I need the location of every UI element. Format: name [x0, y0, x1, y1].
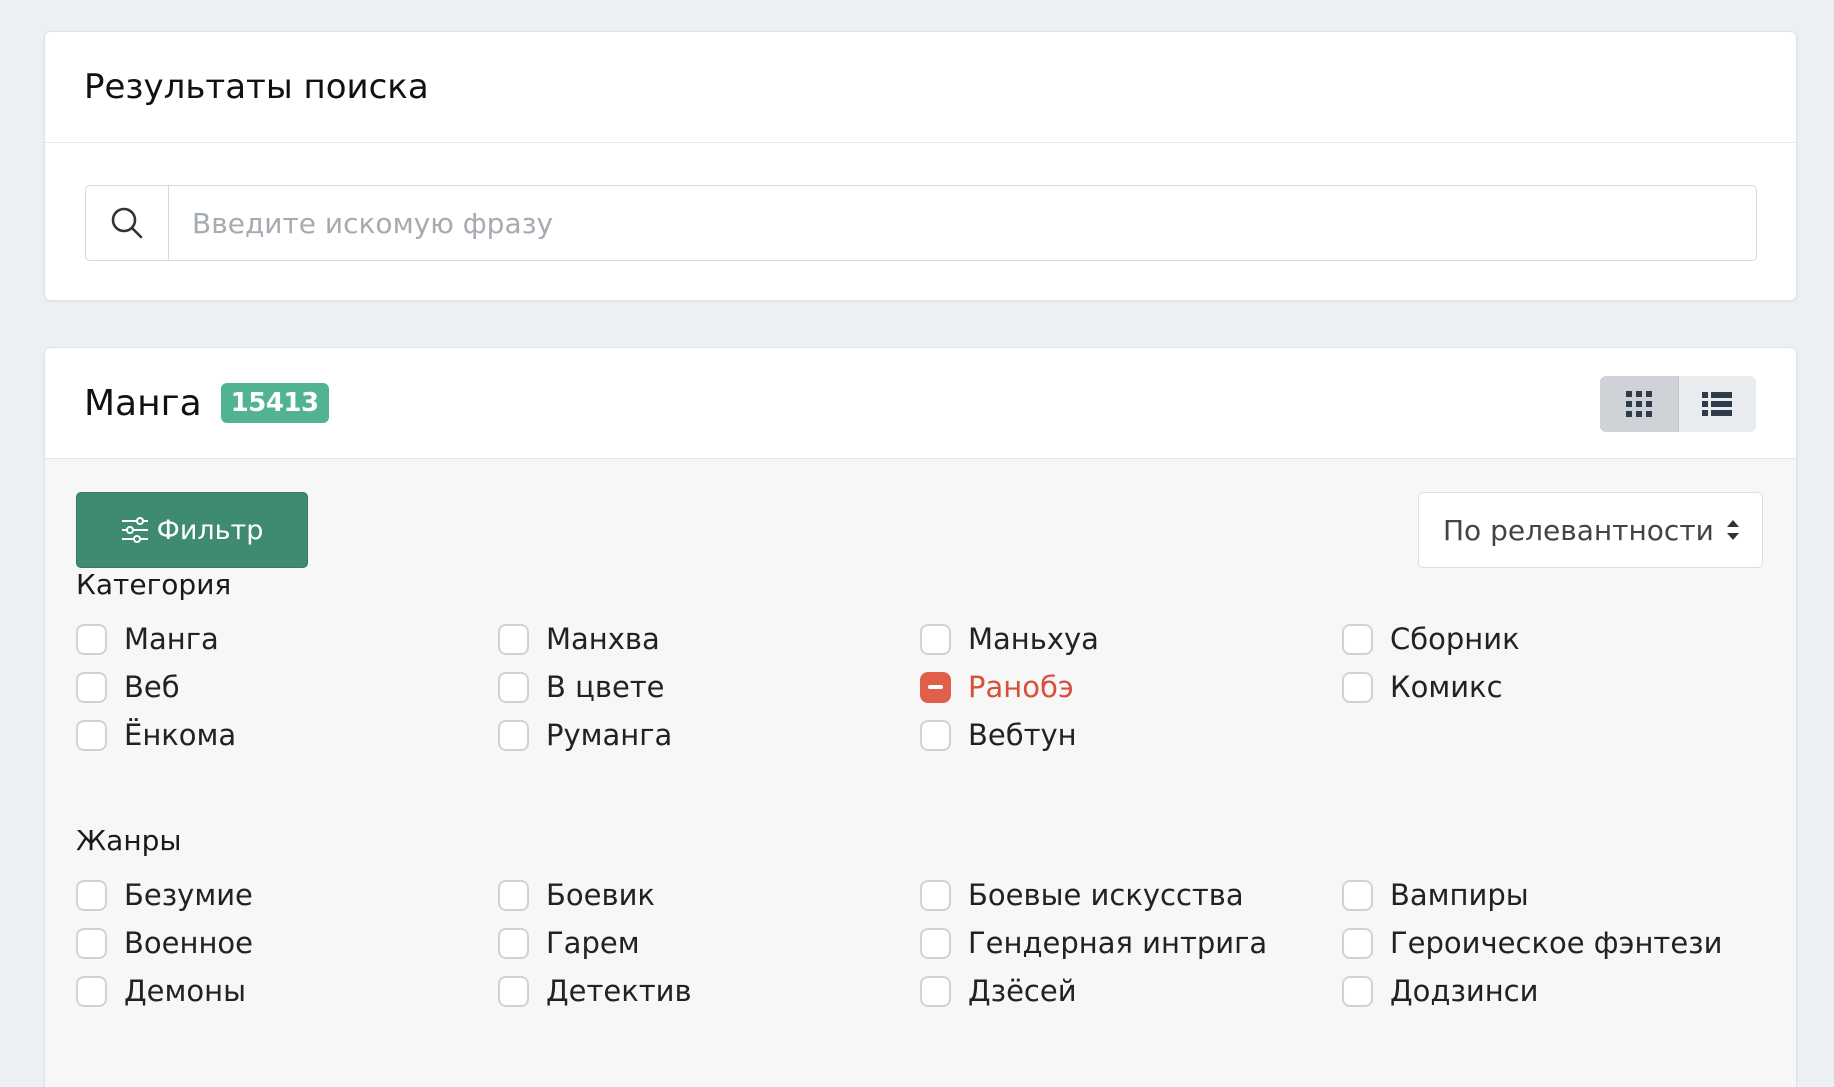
categories-option[interactable]: Руманга: [498, 711, 920, 759]
category-grid: Манга Манхва Маньхуа Сборник Веб В цвете Раноб…: [76, 615, 1766, 759]
sort-arrows-icon: [1727, 520, 1739, 540]
grid-view-button[interactable]: [1600, 376, 1679, 432]
filter-button[interactable]: Фильтр: [76, 492, 308, 568]
checkbox[interactable]: [1342, 623, 1373, 655]
genres-option[interactable]: Боевик: [498, 871, 920, 919]
genres-option[interactable]: Безумие: [76, 871, 498, 919]
genres-grid: Безумие Боевик Боевые искусства Вампиры Воен…: [76, 871, 1766, 1015]
checkbox-label: Маньхуа: [968, 622, 1099, 656]
checkbox[interactable]: [498, 975, 529, 1007]
categories-option[interactable]: В цвете: [498, 663, 920, 711]
checkbox-label: Веб: [124, 670, 180, 704]
genres-option[interactable]: Вампиры: [1342, 871, 1764, 919]
genres-option[interactable]: Героическое фэнтези: [1342, 919, 1764, 967]
checkbox[interactable]: [498, 719, 529, 751]
genres-option[interactable]: Детектив: [498, 967, 920, 1015]
categories-option[interactable]: Вебтун: [920, 711, 1342, 759]
checkbox[interactable]: [76, 623, 107, 655]
category-section-title: Категория: [76, 568, 232, 601]
categories-option[interactable]: Веб: [76, 663, 498, 711]
checkbox[interactable]: [76, 879, 107, 911]
checkbox[interactable]: [76, 975, 107, 1007]
section-title-manga: Манга: [84, 382, 202, 424]
checkbox-label: Демоны: [124, 974, 246, 1008]
checkbox-label: Ранобэ: [968, 670, 1074, 704]
grid-icon: [1625, 391, 1652, 417]
checkbox-label: Комикс: [1390, 670, 1503, 704]
checkbox-label: Манхва: [546, 622, 660, 656]
checkbox-label: Манга: [124, 622, 219, 656]
checkbox-label: Вампиры: [1390, 878, 1529, 912]
categories-option[interactable]: Маньхуа: [920, 615, 1342, 663]
checkbox[interactable]: [76, 927, 107, 959]
checkbox-label: Додзинси: [1390, 974, 1539, 1008]
checkbox[interactable]: [498, 927, 529, 959]
checkbox[interactable]: [920, 623, 951, 655]
genres-option[interactable]: Боевые искусства: [920, 871, 1342, 919]
count-badge: 15413: [220, 383, 329, 423]
search-icon[interactable]: [86, 186, 169, 260]
sort-select[interactable]: По релевантности: [1418, 492, 1763, 568]
sliders-icon: [121, 517, 148, 543]
checkbox[interactable]: [76, 671, 107, 703]
checkbox[interactable]: [498, 879, 529, 911]
categories-option[interactable]: Сборник: [1342, 615, 1764, 663]
checkbox[interactable]: [76, 719, 107, 751]
categories-option[interactable]: Комикс: [1342, 663, 1764, 711]
list-view-button[interactable]: [1679, 376, 1757, 432]
page-title: Результаты поиска: [84, 67, 429, 107]
checkbox-label: Вебтун: [968, 718, 1077, 752]
checkbox-label: Гарем: [546, 926, 640, 960]
search-header: Результаты поиска: [45, 32, 1796, 143]
checkbox-label: В цвете: [546, 670, 665, 704]
checkbox-label: Безумие: [124, 878, 253, 912]
checkbox-label: Сборник: [1390, 622, 1520, 656]
genres-option[interactable]: Дзёсей: [920, 967, 1342, 1015]
categories-option[interactable]: Ранобэ: [920, 663, 1342, 711]
checkbox[interactable]: [1342, 927, 1373, 959]
checkbox-label: Боевик: [546, 878, 655, 912]
checkbox[interactable]: [1342, 975, 1373, 1007]
checkbox-label: Гендерная интрига: [968, 926, 1268, 960]
checkbox-label: Детектив: [546, 974, 692, 1008]
search-card: Результаты поиска: [44, 31, 1797, 301]
view-toggle: [1600, 376, 1756, 432]
checkbox[interactable]: [1342, 879, 1373, 911]
checkbox[interactable]: [498, 671, 529, 703]
categories-option[interactable]: Манхва: [498, 615, 920, 663]
categories-option[interactable]: Ёнкома: [76, 711, 498, 759]
search-input[interactable]: [169, 186, 1756, 260]
manga-header: Манга 15413: [45, 348, 1796, 459]
checkbox-label: Боевые искусства: [968, 878, 1244, 912]
checkbox[interactable]: [920, 975, 951, 1007]
search-box[interactable]: [85, 185, 1757, 261]
genres-section-title: Жанры: [76, 824, 182, 857]
checkbox-excluded[interactable]: [920, 671, 951, 703]
checkbox[interactable]: [498, 623, 529, 655]
checkbox[interactable]: [920, 879, 951, 911]
list-icon: [1702, 392, 1733, 416]
genres-option[interactable]: Военное: [76, 919, 498, 967]
genres-option[interactable]: Гендерная интрига: [920, 919, 1342, 967]
genres-option[interactable]: Додзинси: [1342, 967, 1764, 1015]
manga-card: Манга 15413 Фильтр По релевантности Кате…: [44, 347, 1797, 1087]
search-icon-svg: [111, 207, 143, 239]
checkbox-label: Ёнкома: [124, 718, 237, 752]
checkbox[interactable]: [920, 719, 951, 751]
checkbox[interactable]: [1342, 671, 1373, 703]
sort-select-value: По релевантности: [1443, 513, 1714, 547]
genres-option[interactable]: Гарем: [498, 919, 920, 967]
genres-option[interactable]: Демоны: [76, 967, 498, 1015]
checkbox-label: Героическое фэнтези: [1390, 926, 1723, 960]
checkbox-label: Дзёсей: [968, 974, 1077, 1008]
checkbox[interactable]: [920, 927, 951, 959]
checkbox-label: Руманга: [546, 718, 673, 752]
filter-button-label: Фильтр: [156, 514, 264, 546]
checkbox-label: Военное: [124, 926, 253, 960]
categories-option[interactable]: Манга: [76, 615, 498, 663]
